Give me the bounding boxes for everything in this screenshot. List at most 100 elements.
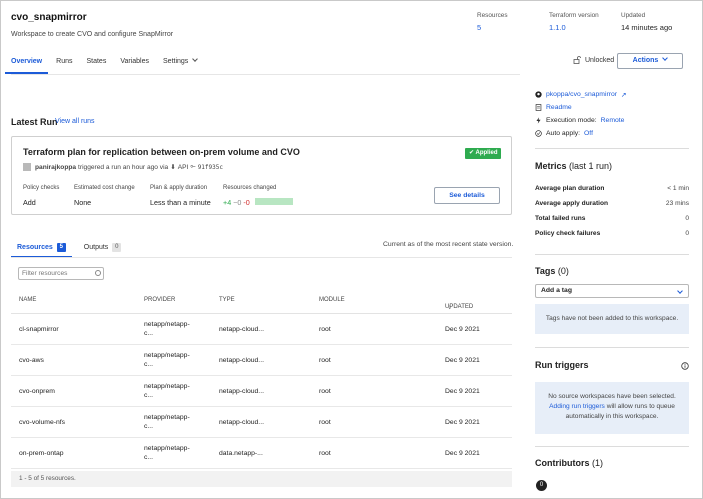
resource-provider-line2: c... xyxy=(144,391,154,399)
run-triggers-line2-text: will allow runs to queue xyxy=(606,403,675,410)
destroyed-count: -0 xyxy=(243,198,250,207)
chevron-down-icon xyxy=(192,56,199,62)
tab-variables[interactable]: Variables xyxy=(120,52,149,74)
auto-apply-label: Auto apply: xyxy=(546,130,581,137)
view-all-runs-link[interactable]: View all runs xyxy=(55,118,95,125)
search-icon xyxy=(95,270,101,276)
table-row[interactable]: cvo-volume-nfs netapp/netapp-c... netapp… xyxy=(11,407,512,438)
resource-provider-line2: c... xyxy=(144,360,154,368)
stat-terraform-version: Terraform version 1.1.0 xyxy=(549,12,599,32)
table-row[interactable]: cl-snapmirror netapp/netapp-c... netapp-… xyxy=(11,314,512,345)
sort-down-icon: ↓ xyxy=(448,304,452,311)
adding-run-triggers-link[interactable]: Adding run triggers xyxy=(549,403,605,410)
readme-label: Readme xyxy=(546,104,572,111)
duration-value: Less than a minute xyxy=(150,198,211,207)
tab-outputs[interactable]: Outputs 0 xyxy=(78,240,128,258)
resource-name: on-prem-ontap xyxy=(19,450,64,457)
table-row[interactable]: on-prem-ontap netapp/netapp-c... data.ne… xyxy=(11,438,512,469)
resource-provider-line2: c... xyxy=(144,329,154,337)
metrics-subtitle: (last 1 run) xyxy=(569,161,613,171)
latest-run-heading: Latest Run xyxy=(11,117,58,127)
lock-status[interactable]: Unlocked xyxy=(573,56,614,64)
execution-mode-value[interactable]: Remote xyxy=(601,117,625,124)
tab-resources-label: Resources xyxy=(17,244,53,251)
estimated-cost-value: None xyxy=(74,198,92,207)
tab-outputs-label: Outputs xyxy=(83,244,109,251)
changed-count: ~0 xyxy=(233,198,242,207)
auto-apply-value[interactable]: Off xyxy=(584,130,593,137)
resource-type: netapp-cloud... xyxy=(219,419,264,426)
external-link-icon: ↗ xyxy=(621,91,627,99)
status-badge-label: Applied xyxy=(475,150,498,156)
duration-label: Plan & apply duration xyxy=(150,185,208,191)
table-footer: 1 - 5 of 5 resources. xyxy=(11,471,512,487)
sidebar-divider xyxy=(535,347,689,348)
resource-provider-line2: c... xyxy=(144,453,154,461)
resource-name: cl-snapmirror xyxy=(19,326,59,333)
outputs-count-badge: 0 xyxy=(112,243,122,252)
tab-states[interactable]: States xyxy=(86,52,106,74)
add-tag-label: Add a tag xyxy=(541,287,572,294)
metric-value: 0 xyxy=(685,215,689,222)
unlock-icon xyxy=(573,56,581,64)
actions-button-label: Actions xyxy=(632,57,659,64)
table-row[interactable]: cvo-aws netapp/netapp-c... netapp-cloud.… xyxy=(11,345,512,376)
commit-icon: ⟜ xyxy=(190,163,196,170)
changes-bar xyxy=(254,198,293,205)
table-header: NAME PROVIDER TYPE MODULE UPDATED ↓ xyxy=(11,290,512,314)
run-triggers-box: No source workspaces have been selected.… xyxy=(535,382,689,434)
sidebar-divider xyxy=(535,446,689,447)
readme-link[interactable]: Readme xyxy=(535,101,627,114)
sidebar-info: pkoppa/cvo_snapmirror ↗ Readme Execution… xyxy=(535,88,627,140)
table-row[interactable]: cvo-onprem netapp/netapp-c... netapp-clo… xyxy=(11,376,512,407)
tags-title-label: Tags xyxy=(535,266,556,276)
header-type: TYPE xyxy=(219,297,235,303)
tab-resources[interactable]: Resources 5 xyxy=(11,240,72,258)
resource-name: cvo-aws xyxy=(19,357,44,364)
stat-resources-value[interactable]: 5 xyxy=(477,23,508,32)
info-icon[interactable] xyxy=(681,362,689,370)
resources-changed: Resources changed +4 ~0 -0 xyxy=(223,185,293,207)
stat-tf-version-value[interactable]: 1.1.0 xyxy=(549,23,599,32)
tab-overview[interactable]: Overview xyxy=(4,52,49,74)
resource-module: root xyxy=(319,388,331,395)
run-triggers-line2: Adding run triggers will allow runs to q… xyxy=(535,402,689,412)
plan-apply-duration: Plan & apply duration Less than a minute xyxy=(150,185,211,207)
tab-runs[interactable]: Runs xyxy=(56,52,72,74)
document-icon xyxy=(535,104,542,111)
resource-provider-line2: c... xyxy=(144,422,154,430)
sidebar-divider xyxy=(535,254,689,255)
actions-button[interactable]: Actions xyxy=(617,53,683,69)
metric-row: Total failed runs 0 xyxy=(535,215,689,222)
metrics-title-label: Metrics xyxy=(535,161,567,171)
header-provider: PROVIDER xyxy=(144,297,176,303)
avatar[interactable]: 0 xyxy=(536,480,547,491)
metric-label: Policy check failures xyxy=(535,230,601,237)
resource-updated: Dec 9 2021 xyxy=(445,419,480,426)
policy-checks-value: Add xyxy=(23,198,36,207)
run-triggered-text: triggered a run an hour ago via xyxy=(78,163,169,171)
metric-row: Average apply duration 23 mins xyxy=(535,200,689,207)
add-tag-dropdown[interactable]: Add a tag xyxy=(535,284,689,298)
repo-link[interactable]: pkoppa/cvo_snapmirror ↗ xyxy=(535,88,627,101)
run-meta: panirajkoppa triggered a run an hour ago… xyxy=(23,163,223,171)
resource-updated: Dec 9 2021 xyxy=(445,388,480,395)
resource-updated: Dec 9 2021 xyxy=(445,326,480,333)
tab-settings[interactable]: Settings xyxy=(163,52,199,74)
run-title[interactable]: Terraform plan for replication between o… xyxy=(23,147,300,157)
see-details-button[interactable]: See details xyxy=(434,187,500,204)
contributors-title-label: Contributors xyxy=(535,458,590,468)
run-commit: 91f935c xyxy=(197,163,223,171)
chevron-down-icon xyxy=(677,288,683,294)
stat-resources: Resources 5 xyxy=(477,12,508,32)
tags-count: (0) xyxy=(557,266,569,276)
filter-resources-input[interactable] xyxy=(18,267,104,280)
stat-updated: Updated 14 minutes ago xyxy=(621,12,672,32)
metric-label: Average apply duration xyxy=(535,200,609,207)
resource-provider-line1: netapp/netapp- xyxy=(144,445,190,452)
resource-tabs: Resources 5 Outputs 0 xyxy=(11,240,133,258)
resource-type: netapp-cloud... xyxy=(219,326,264,333)
workspace-tabs: Overview Runs States Variables Settings xyxy=(4,52,211,74)
policy-checks-label: Policy checks xyxy=(23,185,60,191)
run-via: API xyxy=(177,163,189,171)
